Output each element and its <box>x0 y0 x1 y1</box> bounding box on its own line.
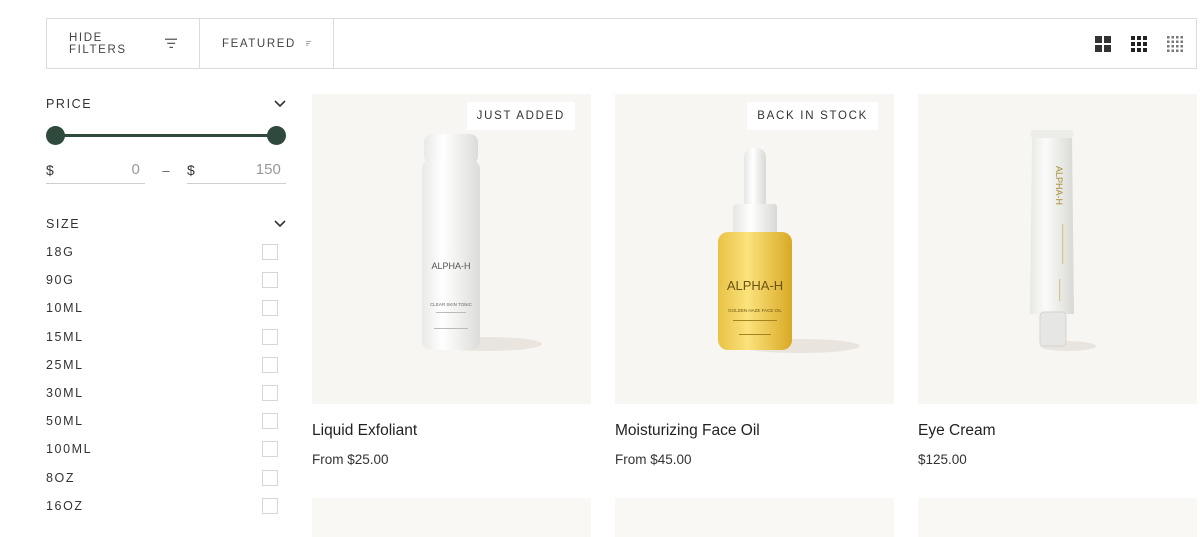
size-option[interactable]: 15ML <box>46 323 286 351</box>
price-inputs: $ – $ <box>46 156 286 184</box>
hide-filters-label: HIDE FILTERS <box>69 31 127 56</box>
view-switcher <box>1092 19 1196 68</box>
product-image[interactable]: JUST ADDED ALPHA-H CLEAR SKIN TONIC <box>312 94 591 404</box>
product-card[interactable]: ALPHA-H Eye Cream $125.00 <box>918 94 1197 467</box>
grid-small-icon[interactable] <box>1164 33 1186 55</box>
grid-medium-icon[interactable] <box>1128 33 1150 55</box>
product-image[interactable]: ALPHA-H <box>918 94 1197 404</box>
size-checkbox[interactable] <box>262 441 278 458</box>
price-filter-title: PRICE <box>46 97 93 111</box>
price-min-handle[interactable] <box>46 126 65 145</box>
size-option-label: 18G <box>46 245 75 260</box>
product-image[interactable] <box>918 498 1197 537</box>
size-option-label: 50ML <box>46 414 84 429</box>
size-checkbox[interactable] <box>262 300 278 317</box>
size-checkbox[interactable] <box>262 497 278 514</box>
price-separator: – <box>162 162 170 178</box>
grid-large-icon[interactable] <box>1092 33 1114 55</box>
filter-lines-icon <box>164 38 177 49</box>
size-checkbox[interactable] <box>262 469 278 486</box>
bottle-illustration: ALPHA-H CLEAR SKIN TONIC <box>422 134 542 351</box>
size-option-label: 16OZ <box>46 498 84 513</box>
bottle-brand: ALPHA-H <box>727 278 783 293</box>
product-badge: BACK IN STOCK <box>747 102 878 130</box>
filter-sidebar: PRICE $ – $ SIZE 18G 90G 10ML 1 <box>46 90 286 520</box>
product-badge: JUST ADDED <box>466 102 575 130</box>
filter-toolbar: HIDE FILTERS FEATURED <box>46 18 1197 69</box>
product-card[interactable] <box>312 498 591 537</box>
product-price: $125.00 <box>918 452 967 467</box>
bottle-label: CLEAR SKIN TONIC <box>430 302 473 307</box>
size-filter-title: SIZE <box>46 217 81 231</box>
size-checkbox[interactable] <box>262 244 278 261</box>
size-option[interactable]: 50ML <box>46 407 286 435</box>
size-checkbox[interactable] <box>262 413 278 430</box>
chevron-down-icon <box>274 220 286 228</box>
size-option[interactable]: 10ML <box>46 294 286 322</box>
chevron-down-icon <box>274 100 286 108</box>
product-image[interactable]: BACK IN STOCK ALPHA-H GOLDEN HAZE FACE O… <box>615 94 894 404</box>
size-option-label: 15ML <box>46 329 84 344</box>
product-image[interactable] <box>312 498 591 537</box>
price-min-input[interactable] <box>53 161 140 178</box>
size-option[interactable]: 100ML <box>46 435 286 463</box>
size-option-label: 90G <box>46 273 75 288</box>
sort-label: FEATURED <box>222 37 296 50</box>
product-name[interactable]: Liquid Exfoliant <box>312 422 591 440</box>
size-option-label: 100ML <box>46 442 93 457</box>
price-min-field: $ <box>46 156 145 184</box>
size-options-list: 18G 90G 10ML 15ML 25ML 30ML 50ML 100ML 8… <box>46 238 286 520</box>
size-option[interactable]: 16OZ <box>46 492 286 520</box>
size-option[interactable]: 8OZ <box>46 464 286 492</box>
size-filter: SIZE 18G 90G 10ML 15ML 25ML 30ML 50ML 10… <box>46 210 286 520</box>
price-max-input[interactable] <box>194 161 281 178</box>
product-card[interactable] <box>615 498 894 537</box>
sort-lines-icon <box>305 41 311 46</box>
price-filter-header[interactable]: PRICE <box>46 90 286 118</box>
product-name[interactable]: Moisturizing Face Oil <box>615 422 894 440</box>
product-card[interactable]: JUST ADDED ALPHA-H CLEAR SKIN TONIC Liqu… <box>312 94 591 467</box>
size-filter-header[interactable]: SIZE <box>46 210 286 238</box>
size-option[interactable]: 18G <box>46 238 286 266</box>
size-option-label: 25ML <box>46 357 84 372</box>
size-option-label: 30ML <box>46 386 84 401</box>
size-checkbox[interactable] <box>262 385 278 402</box>
size-option[interactable]: 90G <box>46 266 286 294</box>
currency-symbol: $ <box>187 161 195 178</box>
product-name[interactable]: Eye Cream <box>918 422 1197 440</box>
tube-illustration: ALPHA-H <box>1030 130 1096 351</box>
price-max-handle[interactable] <box>267 126 286 145</box>
size-option-label: 10ML <box>46 301 84 316</box>
currency-symbol: $ <box>46 161 54 178</box>
product-image[interactable] <box>615 498 894 537</box>
price-max-field: $ <box>187 156 286 184</box>
product-price: From $25.00 <box>312 452 389 467</box>
size-checkbox[interactable] <box>262 328 278 345</box>
bottle-label: GOLDEN HAZE FACE OIL <box>728 308 782 313</box>
sort-featured-button[interactable]: FEATURED <box>200 19 334 68</box>
size-option[interactable]: 30ML <box>46 379 286 407</box>
product-card[interactable]: BACK IN STOCK ALPHA-H GOLDEN HAZE FACE O… <box>615 94 894 467</box>
dropper-bottle-illustration: ALPHA-H GOLDEN HAZE FACE OIL <box>718 148 860 353</box>
product-card[interactable] <box>918 498 1197 537</box>
size-checkbox[interactable] <box>262 272 278 289</box>
hide-filters-button[interactable]: HIDE FILTERS <box>47 19 200 68</box>
size-option[interactable]: 25ML <box>46 351 286 379</box>
product-price: From $45.00 <box>615 452 692 467</box>
price-range-slider[interactable] <box>46 124 286 148</box>
size-checkbox[interactable] <box>262 356 278 373</box>
price-range-track <box>56 134 276 137</box>
tube-brand: ALPHA-H <box>1054 166 1064 205</box>
size-option-label: 8OZ <box>46 470 76 485</box>
bottle-brand: ALPHA-H <box>431 261 470 271</box>
